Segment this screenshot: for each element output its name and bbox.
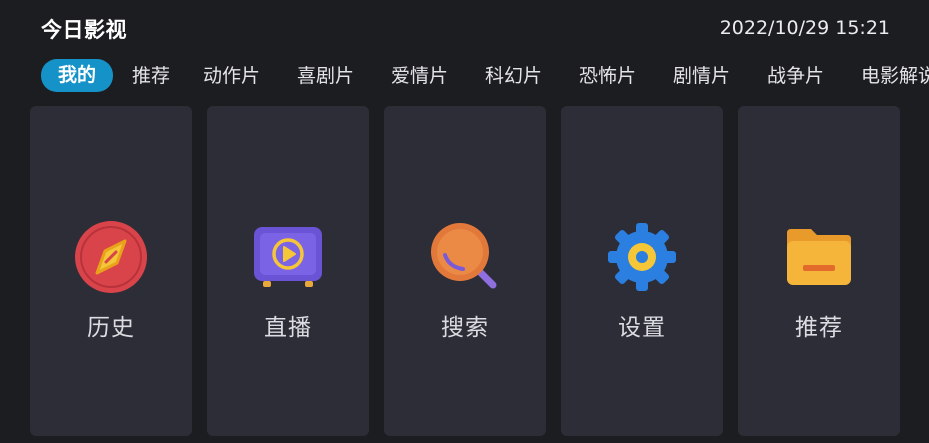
tab-scifi[interactable]: 科幻片 (485, 60, 542, 92)
tab-recommend[interactable]: 推荐 (132, 60, 170, 92)
compass-icon (73, 219, 149, 295)
tab-action[interactable]: 动作片 (203, 60, 260, 92)
tab-romance[interactable]: 爱情片 (391, 60, 448, 92)
search-label: 搜索 (441, 315, 489, 341)
history-label: 历史 (87, 315, 135, 341)
recommend-card[interactable]: 推荐 (738, 106, 900, 436)
history-card[interactable]: 历史 (30, 106, 192, 436)
folder-icon (781, 219, 857, 295)
magnifier-icon (427, 219, 503, 295)
settings-card[interactable]: 设置 (561, 106, 723, 436)
tab-drama[interactable]: 剧情片 (673, 60, 730, 92)
tab-war[interactable]: 战争片 (767, 60, 824, 92)
live-label: 直播 (264, 315, 312, 341)
tab-film-commentary[interactable]: 电影解说 (861, 60, 929, 92)
category-tabs: 我的 推荐 动作片 喜剧片 爱情片 科幻片 恐怖片 剧情片 战争片 电影解说 (0, 57, 929, 95)
clock: 2022/10/29 15:21 (719, 17, 890, 39)
tv-play-icon (250, 219, 326, 295)
recommend-label: 推荐 (795, 315, 843, 341)
live-card[interactable]: 直播 (207, 106, 369, 436)
tab-mine[interactable]: 我的 (41, 59, 114, 92)
app-title: 今日影视 (41, 18, 127, 42)
gear-icon (604, 219, 680, 295)
tab-horror[interactable]: 恐怖片 (579, 60, 636, 92)
settings-label: 设置 (618, 315, 666, 341)
search-card[interactable]: 搜索 (384, 106, 546, 436)
tab-comedy[interactable]: 喜剧片 (297, 60, 354, 92)
